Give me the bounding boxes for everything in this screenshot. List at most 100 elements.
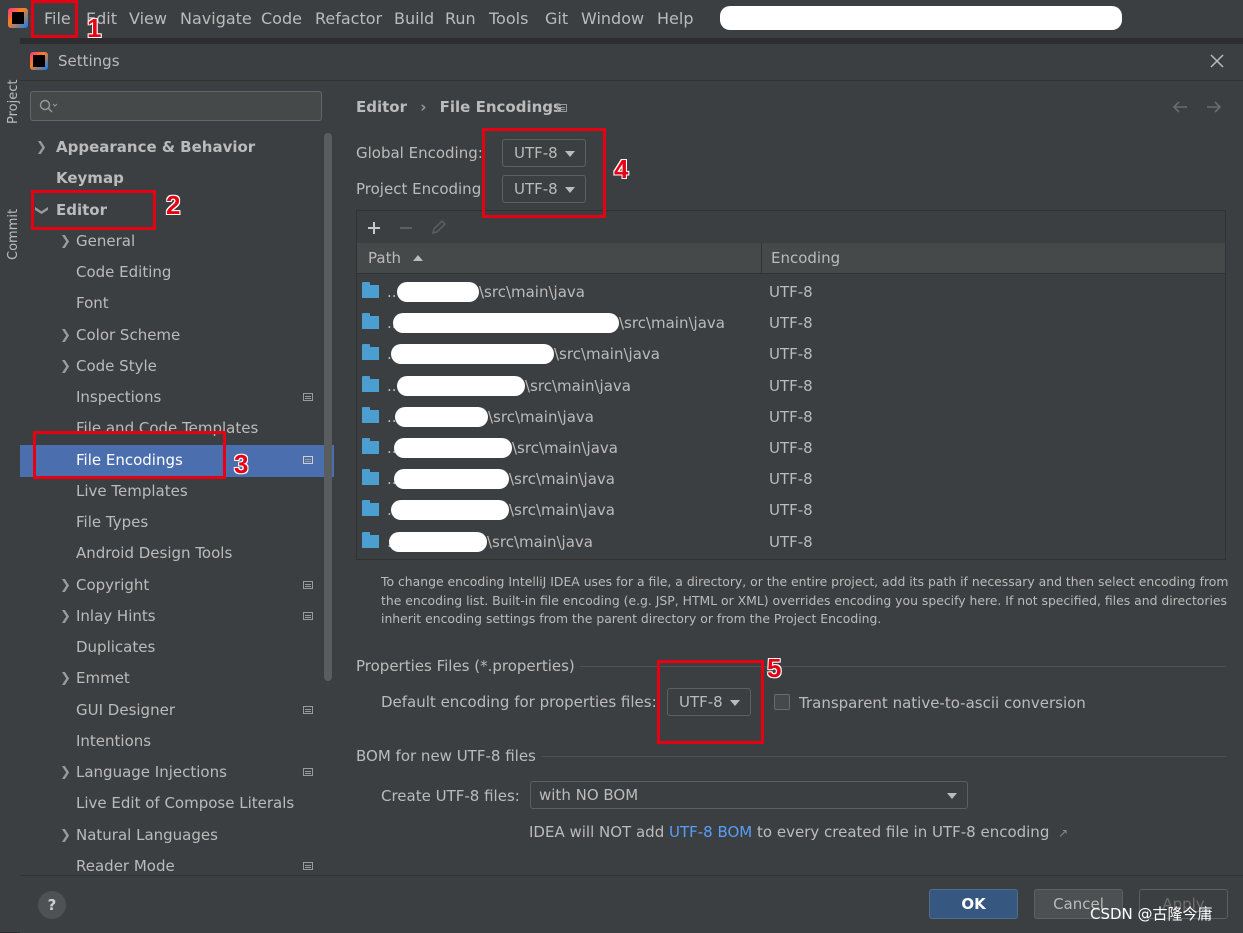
project-scope-icon xyxy=(557,104,567,112)
table-row[interactable]: ..\src\main\javaUTF-8 xyxy=(357,308,1225,339)
sidebar-item-color-scheme[interactable]: ❯ Color Scheme xyxy=(60,320,180,351)
redacted-path xyxy=(391,500,509,520)
row-encoding: UTF-8 xyxy=(769,408,813,426)
project-scope-icon xyxy=(303,768,313,776)
project-tool-tab[interactable]: Project xyxy=(6,80,21,124)
annotation-number: 2 xyxy=(166,190,181,220)
redacted-path xyxy=(397,376,525,396)
sidebar-item-label: Appearance & Behavior xyxy=(56,138,256,156)
redacted-path xyxy=(395,407,488,427)
table-row[interactable]: ..\src\main\javaUTF-8 xyxy=(357,464,1225,495)
native-to-ascii-checkbox[interactable] xyxy=(774,694,790,710)
menu-refactor[interactable]: Refactor xyxy=(315,9,382,28)
folder-icon xyxy=(362,407,379,423)
path-suffix: \src\main\java xyxy=(512,439,618,457)
menu-window[interactable]: Window xyxy=(581,9,644,28)
table-row[interactable]: ..\src\main\javaUTF-8 xyxy=(357,402,1225,433)
table-row[interactable]: ..\src\main\javaUTF-8 xyxy=(357,277,1225,308)
row-encoding: UTF-8 xyxy=(769,283,813,301)
path-suffix: \src\main\java xyxy=(619,314,725,332)
menu-help[interactable]: Help xyxy=(657,9,693,28)
menu-run[interactable]: Run xyxy=(445,9,476,28)
sidebar-item-natural-languages[interactable]: ❯ Natural Languages xyxy=(60,820,218,851)
remove-icon[interactable] xyxy=(399,221,413,235)
external-link-icon: ↗ xyxy=(1058,826,1069,840)
sidebar-item-label: Copyright xyxy=(76,576,150,594)
table-row[interactable]: ..\src\main\javaUTF-8 xyxy=(357,527,1225,558)
add-icon[interactable] xyxy=(367,221,381,235)
table-row[interactable]: ..\src\main\javaUTF-8 xyxy=(357,433,1225,464)
folder-icon xyxy=(362,438,379,454)
bom-note-text: to every created file in UTF-8 encoding xyxy=(752,823,1050,841)
sidebar-item-label: General xyxy=(76,232,136,250)
sidebar-item-copyright[interactable]: ❯ Copyright xyxy=(60,570,149,601)
global-encoding-label: Global Encoding: xyxy=(356,144,483,162)
bom-section-title: BOM for new UTF-8 files xyxy=(356,747,536,765)
back-arrow-icon[interactable] xyxy=(1172,100,1188,114)
sidebar-item-code-style[interactable]: ❯ Code Style xyxy=(60,351,157,382)
table-row[interactable]: ..\src\main\javaUTF-8 xyxy=(357,495,1225,526)
info-text: To change encoding IntelliJ IDEA uses fo… xyxy=(381,573,1231,629)
path-suffix: \src\main\java xyxy=(509,501,615,519)
sidebar-item-inlay-hints[interactable]: ❯ Inlay Hints xyxy=(60,601,156,632)
close-icon[interactable] xyxy=(1210,54,1224,68)
settings-search-input[interactable] xyxy=(30,91,322,121)
sidebar-item-android-design-tools[interactable]: Android Design Tools xyxy=(76,538,232,569)
menu-git[interactable]: Git xyxy=(545,9,568,28)
help-button[interactable]: ? xyxy=(38,891,66,919)
menu-tools[interactable]: Tools xyxy=(489,9,528,28)
table-row[interactable]: ..\src\main\javaUTF-8 xyxy=(357,371,1225,402)
sidebar-item-intentions[interactable]: Intentions xyxy=(76,726,151,757)
sidebar-item-general[interactable]: ❯ General xyxy=(60,226,135,257)
dialog-title: Settings xyxy=(58,52,120,70)
sidebar-item-live-edit-compose[interactable]: Live Edit of Compose Literals xyxy=(76,788,294,819)
info-text-line: the encoding list. Built-in file encodin… xyxy=(381,592,1227,608)
row-encoding: UTF-8 xyxy=(769,345,813,363)
sidebar-item-gui-designer[interactable]: GUI Designer xyxy=(76,695,175,726)
sidebar-item-duplicates[interactable]: Duplicates xyxy=(76,632,155,663)
edit-icon[interactable] xyxy=(431,219,447,235)
sidebar-item-inspections[interactable]: Inspections xyxy=(76,382,161,413)
menu-navigate[interactable]: Navigate xyxy=(180,9,252,28)
menu-build[interactable]: Build xyxy=(394,9,434,28)
folder-icon xyxy=(362,376,379,392)
sidebar-item-appearance-behavior[interactable]: ❯ Appearance & Behavior xyxy=(36,132,255,163)
sidebar-item-language-injections[interactable]: ❯ Language Injections xyxy=(60,757,227,788)
sidebar-scrollbar[interactable] xyxy=(324,133,332,681)
bom-select[interactable]: with NO BOM xyxy=(530,781,968,809)
sidebar-item-emmet[interactable]: ❯ Emmet xyxy=(60,663,130,694)
row-encoding: UTF-8 xyxy=(769,439,813,457)
sidebar-item-label: Intentions xyxy=(76,732,152,750)
utf8-bom-link[interactable]: UTF-8 BOM xyxy=(669,823,752,841)
column-header-path[interactable]: Path xyxy=(368,249,424,267)
sidebar-item-label: Live Templates xyxy=(76,482,188,500)
bom-note: IDEA will NOT add UTF-8 BOM to every cre… xyxy=(529,823,1068,841)
sidebar-item-label: Keymap xyxy=(56,169,124,187)
folder-icon xyxy=(362,532,379,548)
annotation-box-file-menu xyxy=(31,0,78,38)
menu-view[interactable]: View xyxy=(129,9,167,28)
sidebar-item-label: Inlay Hints xyxy=(76,607,156,625)
sidebar-item-font[interactable]: Font xyxy=(76,288,109,319)
sidebar-item-label: Reader Mode xyxy=(76,857,175,875)
ok-button[interactable]: OK xyxy=(929,889,1018,919)
menu-code[interactable]: Code xyxy=(261,9,302,28)
breadcrumb-parent[interactable]: Editor xyxy=(356,98,407,116)
column-header-encoding[interactable]: Encoding xyxy=(771,249,840,267)
table-row[interactable]: ..\src\main\javaUTF-8 xyxy=(357,339,1225,370)
native-to-ascii-label: Transparent native-to-ascii conversion xyxy=(799,694,1086,712)
section-divider xyxy=(542,756,1226,757)
sidebar-item-file-types[interactable]: File Types xyxy=(76,507,148,538)
annotation-box-encodings xyxy=(482,128,606,218)
forward-arrow-icon[interactable] xyxy=(1206,100,1222,114)
dropdown-arrow-icon xyxy=(947,793,957,799)
annotation-number: 4 xyxy=(614,154,629,184)
project-scope-icon xyxy=(303,393,313,401)
commit-tool-tab[interactable]: Commit xyxy=(6,209,21,260)
redacted-path xyxy=(391,344,554,364)
folder-icon xyxy=(362,500,379,516)
sidebar-item-code-editing[interactable]: Code Editing xyxy=(76,257,171,288)
intellij-logo-icon xyxy=(30,52,48,70)
redacted-path xyxy=(397,282,479,302)
sidebar-item-live-templates[interactable]: Live Templates xyxy=(76,476,188,507)
